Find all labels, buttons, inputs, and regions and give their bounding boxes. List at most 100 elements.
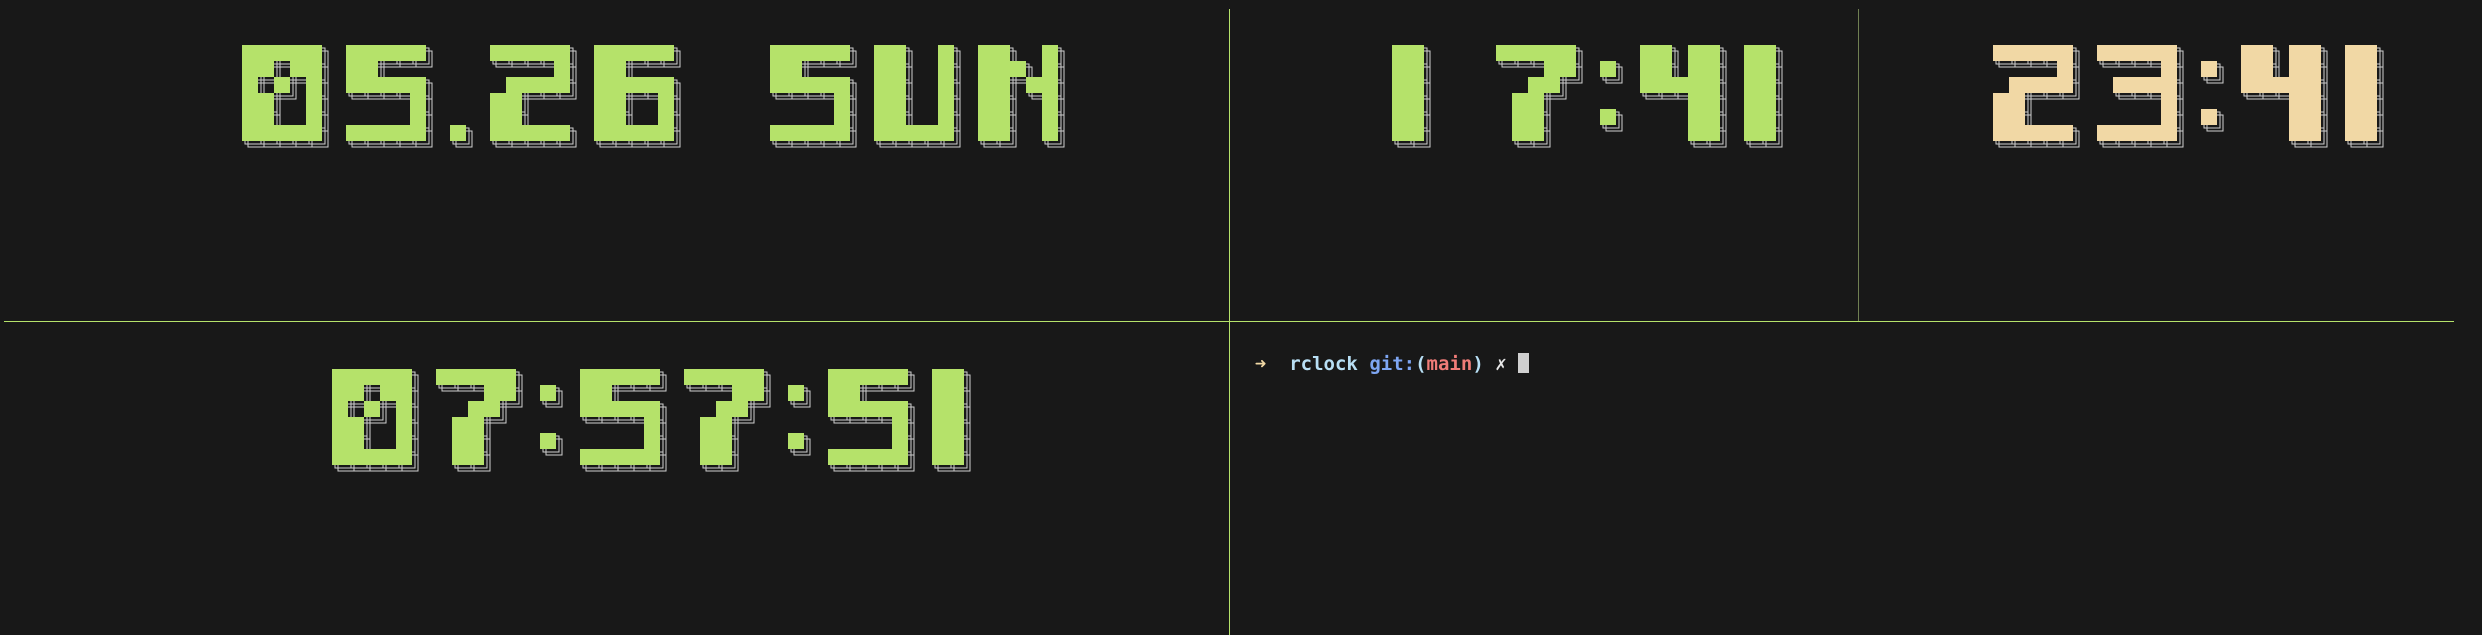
clock-pixel — [1392, 45, 1408, 61]
clock-pixel — [332, 385, 348, 401]
pane-stopwatch[interactable] — [0, 322, 1229, 635]
clock-pixel — [658, 77, 674, 93]
clock-pixel — [410, 77, 426, 93]
clock-pixel — [716, 401, 732, 417]
clock-pixel — [2257, 61, 2273, 77]
clock-pixel — [362, 77, 378, 93]
clock-pixel — [644, 433, 660, 449]
terminal-cursor[interactable] — [1518, 353, 1530, 373]
clock-pixel — [258, 61, 274, 77]
clock-pixel — [610, 93, 626, 109]
clock-pixel — [1408, 125, 1424, 141]
clock-pixel — [932, 401, 948, 417]
clock-glyph-4 — [1744, 45, 1776, 141]
clock-pixel — [658, 109, 674, 125]
clock-pixel — [844, 449, 860, 465]
clock-pixel — [468, 449, 484, 465]
clock-pixel — [994, 61, 1010, 77]
clock-pixel — [818, 45, 834, 61]
clock-pixel — [242, 93, 258, 109]
clock-pixel — [994, 45, 1010, 61]
clock-pixel — [874, 93, 890, 109]
clock-pixel — [1760, 61, 1776, 77]
clock-pixel — [610, 125, 626, 141]
clock-digits — [332, 369, 971, 472]
clock-pixel — [410, 45, 426, 61]
clock-pixel — [994, 77, 1010, 93]
clock-glyph-1 — [436, 369, 516, 465]
clock-pixel — [834, 77, 850, 93]
clock-pixel — [802, 77, 818, 93]
clock-glyph-7 — [932, 369, 964, 465]
clock-pixel — [2129, 77, 2145, 93]
clock-pixel — [2257, 45, 2273, 61]
clock-pixel — [890, 77, 906, 93]
clock-pixel — [2145, 77, 2161, 93]
clock-pixel — [410, 93, 426, 109]
clock-pixel — [700, 369, 716, 385]
clock-pixel — [274, 45, 290, 61]
clock-pixel — [2345, 125, 2361, 141]
clock-pixel — [938, 77, 954, 93]
clock-glyph-1 — [346, 45, 426, 141]
clock-pixel — [452, 417, 468, 433]
clock-pixel — [700, 433, 716, 449]
clock-glyph-1 — [2097, 45, 2177, 141]
clock-pixel — [1704, 109, 1720, 125]
clock-pixel — [1560, 61, 1576, 77]
clock-pixel — [628, 449, 644, 465]
clock-pixel — [2305, 45, 2321, 61]
clock-glyph-0 — [332, 369, 412, 465]
clock-pixel — [922, 125, 938, 141]
clock-pixel — [2129, 45, 2145, 61]
clock-pixel — [1042, 125, 1058, 141]
clock-pixel — [2009, 109, 2025, 125]
clock-pixel — [828, 401, 844, 417]
clock-pixel — [540, 385, 556, 401]
clock-pixel — [2201, 109, 2217, 125]
clock-pixel — [506, 125, 522, 141]
clock-pixel — [594, 61, 610, 77]
clock-pixel — [2305, 93, 2321, 109]
clock-glyph-7 — [874, 45, 954, 141]
clock-pixel — [612, 369, 628, 385]
clock-pixel — [274, 77, 290, 93]
clock-pixel — [890, 61, 906, 77]
clock-pixel — [1512, 109, 1528, 125]
clock-pixel — [2161, 61, 2177, 77]
clock-pixel — [2057, 77, 2073, 93]
clock-pixel — [890, 45, 906, 61]
pane-time-local[interactable] — [1230, 0, 1858, 321]
clock-pixel — [348, 449, 364, 465]
clock-pixel — [938, 93, 954, 109]
clock-pixel — [2025, 45, 2041, 61]
clock-pixel — [828, 385, 844, 401]
clock-pixel — [610, 61, 626, 77]
prompt-paren-close: ) — [1472, 353, 1484, 375]
clock-pixel — [242, 109, 258, 125]
clock-pixel — [274, 125, 290, 141]
clock-pixel — [828, 449, 844, 465]
clock-pixel — [1760, 45, 1776, 61]
clock-pixel — [242, 125, 258, 141]
clock-pixel — [522, 45, 538, 61]
clock-glyph-2 — [540, 385, 556, 449]
clock-pixel — [522, 77, 538, 93]
clock-pixel — [490, 125, 506, 141]
clock-pixel — [1744, 93, 1760, 109]
clock-pixel — [748, 369, 764, 385]
clock-pixel — [828, 369, 844, 385]
pane-date[interactable] — [0, 0, 1229, 321]
clock-pixel — [394, 45, 410, 61]
pane-time-other[interactable] — [1859, 0, 2482, 321]
clock-pixel — [484, 369, 500, 385]
clock-pixel — [1392, 109, 1408, 125]
clock-pixel — [394, 77, 410, 93]
clock-pixel — [1993, 45, 2009, 61]
clock-face — [242, 45, 1058, 141]
clock-pixel — [1392, 125, 1408, 141]
clock-pixel — [906, 125, 922, 141]
clock-pixel — [748, 385, 764, 401]
clock-pixel — [348, 433, 364, 449]
clock-pixel — [380, 385, 396, 401]
